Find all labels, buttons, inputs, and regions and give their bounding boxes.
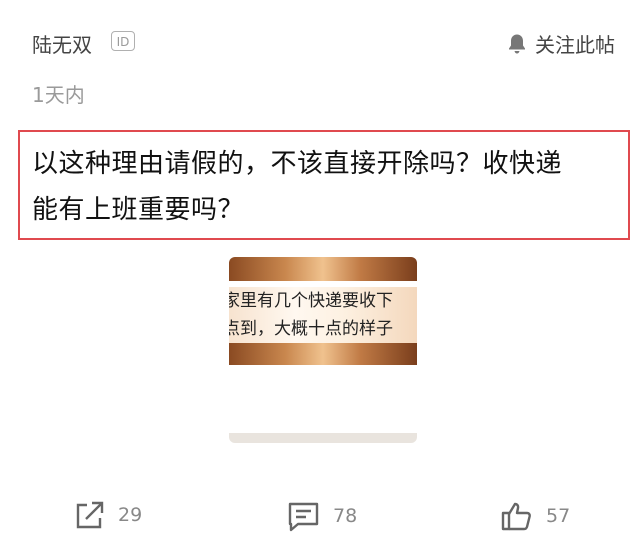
like-count: 57 bbox=[546, 505, 571, 527]
thumb-bottom-strip bbox=[229, 433, 417, 443]
question-text-highlight[interactable]: 以这种理由请假的，不该直接开除吗？收快递 能有上班重要吗？ bbox=[18, 130, 630, 240]
thumb-top-band bbox=[229, 257, 417, 281]
image-text-line-2: 点到，大概十点的样子 bbox=[229, 315, 417, 343]
question-line-1: 以这种理由请假的，不该直接开除吗？收快递 bbox=[32, 149, 563, 179]
author-name[interactable]: 陆无双 bbox=[32, 29, 92, 58]
thumb-mid-band bbox=[229, 343, 417, 365]
comment-count: 78 bbox=[333, 505, 358, 527]
bell-icon bbox=[507, 33, 527, 55]
id-badge: ID bbox=[111, 31, 135, 51]
post-time: 1天内 bbox=[32, 83, 85, 107]
share-icon bbox=[74, 500, 106, 530]
like-button[interactable]: 57 bbox=[500, 500, 570, 532]
thumbs-up-icon bbox=[500, 500, 534, 532]
share-button[interactable]: 29 bbox=[74, 500, 142, 530]
follow-button[interactable]: 关注此帖 bbox=[507, 29, 615, 58]
follow-label: 关注此帖 bbox=[535, 33, 615, 57]
comment-button[interactable]: 78 bbox=[287, 500, 357, 532]
question-line-2: 能有上班重要吗？ bbox=[32, 195, 245, 225]
post-card: 陆无双 ID 关注此帖 1天内 以这种理由请假的，不该直接开除吗？收快递 能有上… bbox=[0, 0, 641, 559]
post-image-thumbnail[interactable]: 家里有几个快递要收下 点到，大概十点的样子 bbox=[229, 257, 417, 443]
comment-icon bbox=[287, 500, 321, 532]
image-text-line-1: 家里有几个快递要收下 bbox=[229, 287, 417, 315]
share-count: 29 bbox=[118, 504, 143, 526]
